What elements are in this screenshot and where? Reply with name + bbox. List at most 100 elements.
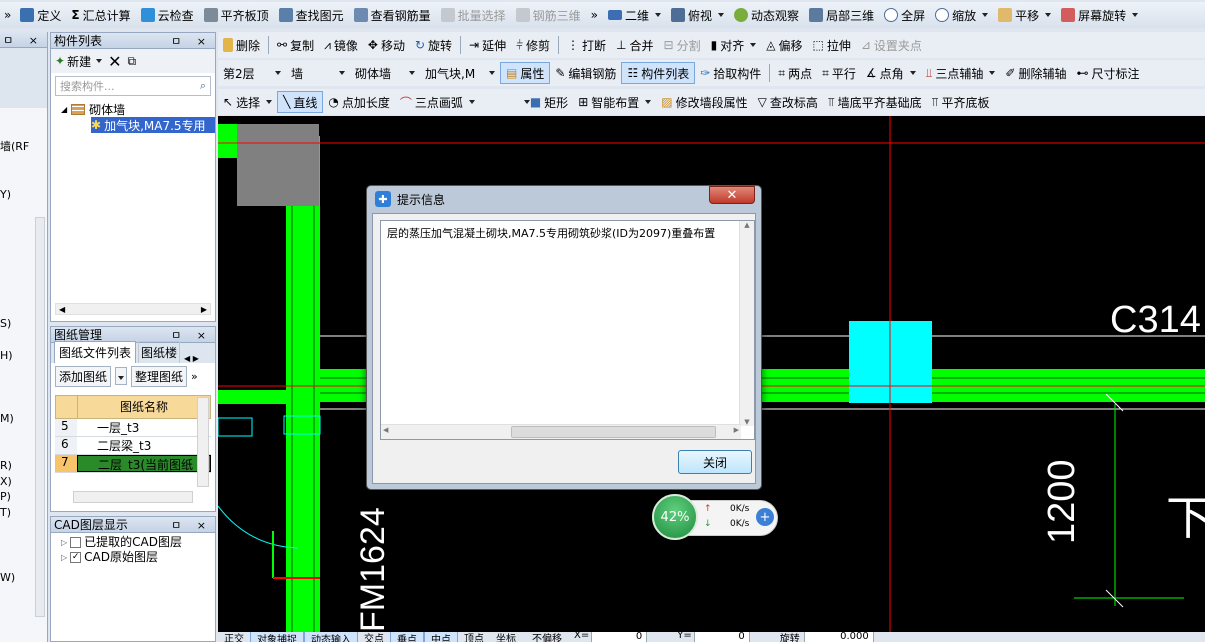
tab-drawing-files[interactable]: 图纸文件列表 xyxy=(54,341,137,363)
2d-dropdown[interactable]: 二维 xyxy=(603,4,666,26)
status-perpendicular[interactable]: 垂点 xyxy=(390,632,424,642)
left-strip-scrollbar[interactable] xyxy=(35,217,45,617)
checkbox-checked[interactable]: ✓ xyxy=(70,552,82,563)
table-row[interactable]: 5 一层_t3 xyxy=(55,419,211,437)
wall-bottom-align-button[interactable]: ⫪ 墙底平齐基础底 xyxy=(823,91,927,113)
add-drawing-dropdown[interactable] xyxy=(115,367,128,385)
cloud-check-button[interactable]: 云检查 xyxy=(136,4,199,26)
status-rotate-input[interactable]: 0.000 xyxy=(803,632,874,642)
collapse-icon[interactable]: ◢ xyxy=(61,105,67,114)
properties-button[interactable]: ▤ 属性 xyxy=(500,62,551,84)
define-button[interactable]: 定义 xyxy=(15,4,66,26)
tree-child-block[interactable]: ✱ 加气块,MA7.5专用 xyxy=(91,117,215,133)
panel-controls[interactable]: ㅁ × xyxy=(171,517,215,533)
dimension-button[interactable]: ⊷ 尺寸标注 xyxy=(1071,62,1144,84)
mirror-button[interactable]: ⩘ 镜像 xyxy=(319,34,363,56)
table-row-selected[interactable]: 7 二层_t3(当前图纸 xyxy=(55,455,211,473)
copy-icon[interactable]: ⧉ xyxy=(127,54,136,69)
align-slab-top-button[interactable]: 平齐板顶 xyxy=(199,4,274,26)
status-y-input[interactable]: 0 xyxy=(693,632,750,642)
pick-component-button[interactable]: ✑ 拾取构件 xyxy=(695,62,766,84)
checkbox-unchecked[interactable] xyxy=(70,537,82,548)
panel-controls[interactable]: ㅁ × xyxy=(171,33,215,49)
align-bottom-slab-button[interactable]: ⫪ 平齐底板 xyxy=(927,91,995,113)
status-vertex[interactable]: 顶点 xyxy=(458,632,490,642)
three-point-axis-dropdown[interactable]: ⫫ 三点辅轴 xyxy=(921,62,1001,84)
status-intersection[interactable]: 交点 xyxy=(358,632,390,642)
status-coordinate[interactable]: 坐标 xyxy=(490,632,522,642)
message-hscroll[interactable]: ◀ ▶ xyxy=(381,424,741,439)
drawing-vscroll[interactable] xyxy=(197,397,209,487)
rectangle-button[interactable]: ■ 矩形 xyxy=(525,91,573,113)
smart-layout-dropdown[interactable]: ⊞ 智能布置 xyxy=(573,91,656,113)
organize-drawing-button[interactable]: 整理图纸 xyxy=(131,365,188,387)
message-textbox[interactable]: 层的蒸压加气混凝土砌块,MA7.5专用砌筑砂浆(ID为2097)重叠布置 ▲ ▼ … xyxy=(380,220,755,440)
drawing-hscroll[interactable] xyxy=(73,491,193,503)
table-row[interactable]: 6 二层梁_t3 xyxy=(55,437,211,455)
view-rebar-button[interactable]: 查看钢筋量 xyxy=(349,4,436,26)
delete-icon[interactable]: ✕ xyxy=(108,52,121,71)
status-no-offset[interactable]: 不偏移 xyxy=(522,632,572,642)
more-arrow[interactable]: » xyxy=(586,4,603,26)
align-dropdown[interactable]: ▮ 对齐 xyxy=(706,34,762,56)
rotate-button[interactable]: ↻ 旋转 xyxy=(410,34,457,56)
tab-scroll-arrows[interactable]: ◀ ▶ xyxy=(184,354,199,363)
check-elevation-button[interactable]: ▽ 查改标高 xyxy=(753,91,823,113)
status-midpoint[interactable]: 中点 xyxy=(424,632,458,642)
extend-button[interactable]: ⇥ 延伸 xyxy=(464,34,511,56)
status-x-input[interactable]: 0 xyxy=(591,632,648,642)
two-point-button[interactable]: ⌗ 两点 xyxy=(773,62,817,84)
pin-icon[interactable]: ㅁ × xyxy=(3,32,47,48)
message-vscroll[interactable]: ▲ ▼ xyxy=(739,221,754,426)
component-list-button[interactable]: ☷ 构件列表 xyxy=(621,62,696,84)
edit-rebar-button[interactable]: ✎ 编辑钢筋 xyxy=(550,62,621,84)
tab-drawing-floors[interactable]: 图纸楼 xyxy=(138,341,181,363)
trim-button[interactable]: ⫩ 修剪 xyxy=(511,34,555,56)
component-hscroll[interactable]: ◀ ▶ xyxy=(55,303,211,315)
new-component-button[interactable]: ✦ 新建 xyxy=(55,53,103,70)
split-button[interactable]: ⊟ 分割 xyxy=(659,34,706,56)
point-angle-dropdown[interactable]: ∡ 点角 xyxy=(861,62,921,84)
zoom-dropdown[interactable]: 缩放 xyxy=(930,4,993,26)
line-button[interactable]: ╲ 直线 xyxy=(277,91,324,113)
merge-button[interactable]: ⊥ 合并 xyxy=(611,34,658,56)
more-actions[interactable]: » xyxy=(191,370,198,383)
status-dynamic-input[interactable]: 动态输入 xyxy=(304,632,358,642)
delete-axis-button[interactable]: ✐ 删除辅轴 xyxy=(1000,62,1071,84)
search-icon[interactable]: ⌕ xyxy=(200,79,206,93)
point-length-button[interactable]: ◔ 点加长度 xyxy=(323,91,395,113)
component-select[interactable]: 加气块,M xyxy=(420,62,500,84)
break-button[interactable]: ⋮ 打断 xyxy=(562,34,611,56)
find-element-button[interactable]: 查找图元 xyxy=(274,4,349,26)
type-select[interactable]: 墙 xyxy=(286,62,350,84)
status-ortho[interactable]: 正交 xyxy=(218,632,250,642)
close-button[interactable]: 关闭 xyxy=(678,450,752,474)
tree-root-wall[interactable]: ◢ 砌体墙 xyxy=(61,101,215,117)
modify-wall-button[interactable]: ▨ 修改墙段属性 xyxy=(656,91,752,113)
screen-rotate-dropdown[interactable]: 屏幕旋转 xyxy=(1056,4,1143,26)
three-point-arc-dropdown[interactable]: ⌒ 三点画弧 xyxy=(395,91,530,113)
add-drawing-button[interactable]: 添加图纸 xyxy=(55,365,112,387)
delete-button[interactable]: 删除 xyxy=(218,34,265,56)
copy-button[interactable]: ⚯ 复制 xyxy=(272,34,319,56)
network-speed-widget[interactable]: 42% ↑ ↓ 0K/s 0K/s + xyxy=(652,494,778,540)
subtype-select[interactable]: 砌体墙 xyxy=(350,62,420,84)
dialog-close-icon[interactable]: ✕ xyxy=(709,186,755,204)
stretch-button[interactable]: ⬚ 拉伸 xyxy=(807,34,855,56)
menu-arrow[interactable]: » xyxy=(0,4,15,26)
rebar-3d-button[interactable]: 钢筋三维 xyxy=(511,4,586,26)
top-view-dropdown[interactable]: 俯视 xyxy=(666,4,729,26)
status-object-snap[interactable]: 对象捕捉 xyxy=(250,632,304,642)
parallel-button[interactable]: ⌗ 平行 xyxy=(817,62,861,84)
local-3d-button[interactable]: 局部三维 xyxy=(804,4,879,26)
boost-plus-icon[interactable]: + xyxy=(756,508,774,526)
layer-extracted[interactable]: ▷ 已提取的CAD图层 xyxy=(61,535,215,550)
set-grip-button[interactable]: ⊿ 设置夹点 xyxy=(856,34,927,56)
pan-dropdown[interactable]: 平移 xyxy=(993,4,1056,26)
layer-original[interactable]: ▷ ✓ CAD原始图层 xyxy=(61,550,215,565)
fullscreen-button[interactable]: 全屏 xyxy=(879,4,930,26)
batch-select-button[interactable]: 批量选择 xyxy=(436,4,511,26)
dynamic-view-button[interactable]: 动态观察 xyxy=(729,4,804,26)
summary-calc-button[interactable]: Σ 汇总计算 xyxy=(66,4,135,26)
component-search-box[interactable]: 搜索构件... ⌕ xyxy=(55,76,211,96)
